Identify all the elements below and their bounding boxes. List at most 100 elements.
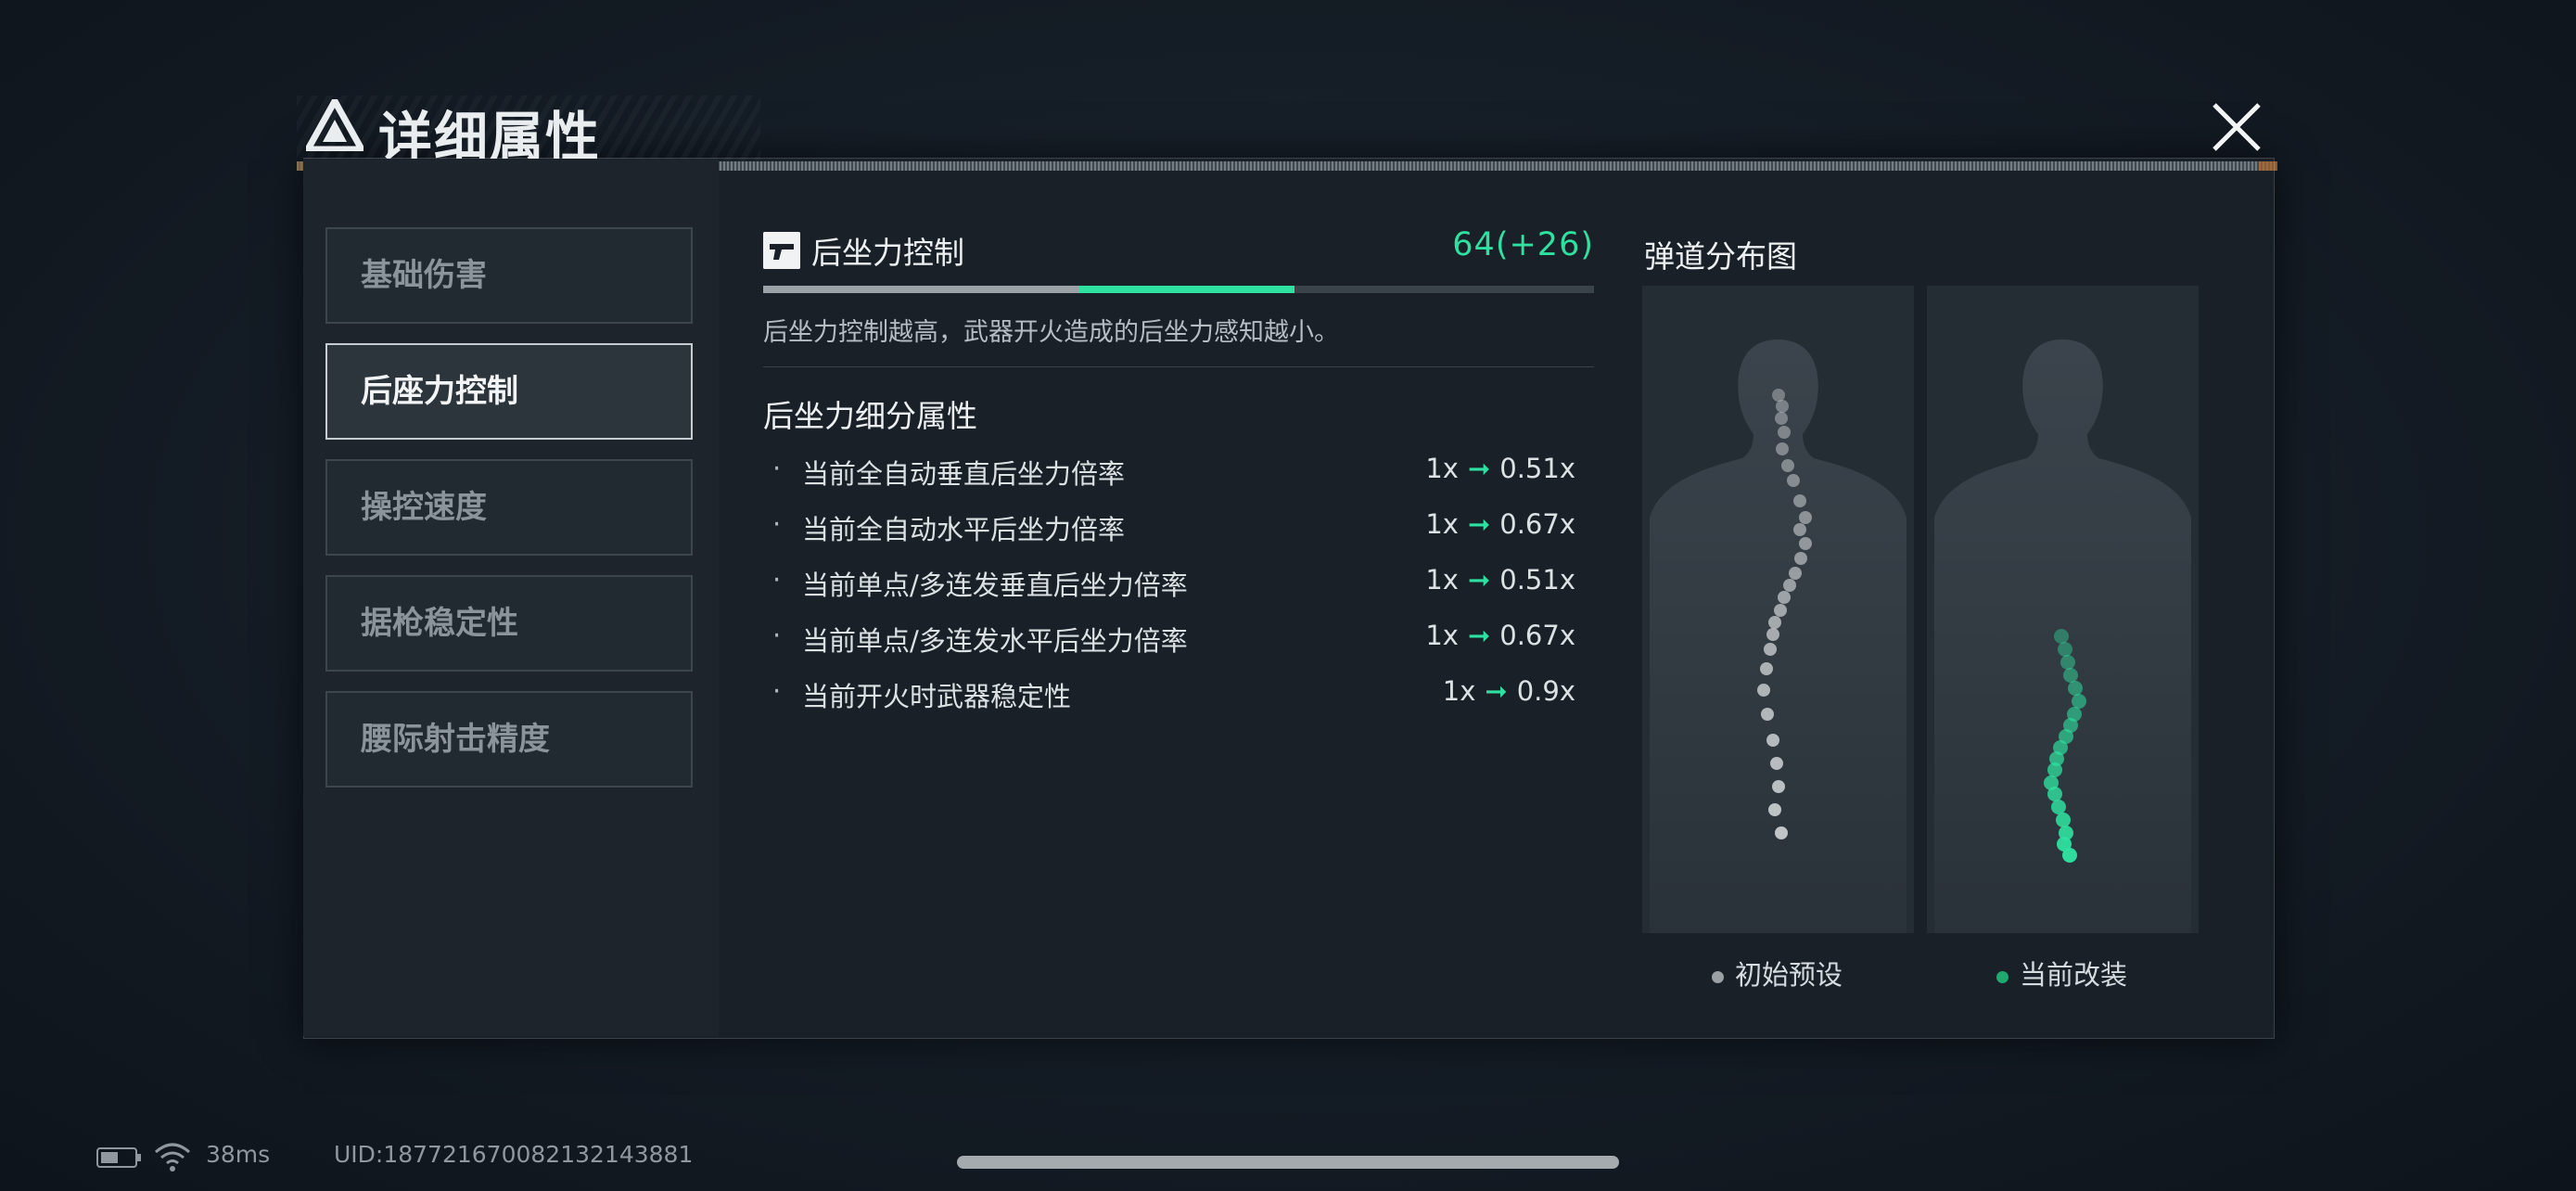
pistol-icon xyxy=(763,232,800,269)
impact-dot xyxy=(1772,780,1785,793)
impact-dot xyxy=(1757,684,1770,697)
legend-current: 当前改装 xyxy=(1996,954,2127,992)
arrow-right-icon: ➞ xyxy=(1485,675,1508,707)
impact-dot xyxy=(1781,459,1794,472)
impact-dot xyxy=(2060,655,2075,670)
impact-dot xyxy=(1768,616,1781,629)
impact-dot xyxy=(1778,591,1791,604)
attribute-values: 1x ➞ 0.51x xyxy=(1425,453,1575,484)
stat-title: 后坐力控制 xyxy=(811,235,964,271)
target-silhouette-icon xyxy=(1934,339,2191,933)
impact-dot xyxy=(1789,567,1802,580)
attribute-row: · 当前单点/多连发水平后坐力倍率 1x ➞ 0.67x xyxy=(763,620,1594,660)
impact-dot xyxy=(2062,848,2077,863)
sub-attributes-title: 后坐力细分属性 xyxy=(763,398,977,434)
modal-title-bar: 详细属性 xyxy=(297,88,2277,171)
attribute-values: 1x ➞ 0.67x xyxy=(1425,620,1575,651)
divider xyxy=(763,366,1594,367)
impact-dot xyxy=(1764,643,1777,656)
attribute-values: 1x ➞ 0.9x xyxy=(1443,675,1575,707)
attribute-row: · 当前单点/多连发垂直后坐力倍率 1x ➞ 0.51x xyxy=(763,564,1594,605)
attribute-from: 1x xyxy=(1425,564,1459,596)
impact-dot xyxy=(1793,523,1806,536)
attribute-values: 1x ➞ 0.51x xyxy=(1425,564,1575,596)
impact-dot xyxy=(1770,757,1783,770)
attribute-to: 0.51x xyxy=(1499,564,1575,596)
ballistics-panel-current xyxy=(1927,286,2199,933)
impact-dot xyxy=(2047,787,2062,801)
stat-progress-bar xyxy=(763,286,1594,293)
arrow-right-icon: ➞ xyxy=(1467,508,1491,540)
impact-dot xyxy=(1775,412,1788,425)
sidebar-item-recoil-control[interactable]: 后座力控制 xyxy=(325,343,693,440)
impact-dot xyxy=(1768,803,1781,816)
impact-dot xyxy=(2058,642,2072,657)
sidebar-item-base-damage[interactable]: 基础伤害 xyxy=(325,227,693,324)
stat-description: 后坐力控制越高，武器开火造成的后坐力感知越小。 xyxy=(763,318,1339,347)
impact-dot xyxy=(1760,662,1773,675)
stat-progress-base xyxy=(763,286,1079,293)
impact-dot xyxy=(1793,494,1806,507)
legend-default: 初始预设 xyxy=(1712,954,1843,992)
attribute-label: 当前全自动水平后坐力倍率 xyxy=(802,514,1126,545)
bullet: · xyxy=(772,564,782,596)
home-indicator[interactable] xyxy=(957,1156,1619,1169)
attribute-values: 1x ➞ 0.67x xyxy=(1425,508,1575,540)
uid-text: UID:18772167008213214388​1 xyxy=(334,1141,694,1168)
attribute-from: 1x xyxy=(1425,620,1459,651)
impact-dot xyxy=(1776,400,1789,413)
sidebar-item-aim-stability[interactable]: 据枪稳定性 xyxy=(325,575,693,672)
impact-dot xyxy=(1766,628,1779,641)
stat-value: 64(+26) xyxy=(1452,226,1594,263)
impact-dot xyxy=(2051,800,2066,814)
impact-dot xyxy=(1799,511,1812,524)
target-silhouette-icon xyxy=(1650,339,1906,933)
ping-text: 38ms xyxy=(206,1141,271,1168)
close-icon[interactable] xyxy=(2207,97,2266,157)
attribute-label: 当前全自动垂直后坐力倍率 xyxy=(802,458,1126,490)
impact-dot xyxy=(1794,552,1807,565)
legend-label-current: 当前改装 xyxy=(2020,959,2128,991)
sidebar-item-label: 腰际射击精度 xyxy=(361,721,550,758)
sidebar-item-handling-speed[interactable]: 操控速度 xyxy=(325,459,693,556)
impact-dot xyxy=(2056,813,2071,827)
bullet: · xyxy=(772,453,782,484)
impact-dot xyxy=(2047,762,2062,777)
impact-dot xyxy=(1776,442,1789,455)
impact-dot xyxy=(2054,629,2069,644)
arrow-right-icon: ➞ xyxy=(1467,564,1491,596)
sidebar-item-label: 后座力控制 xyxy=(361,373,518,410)
impact-dot xyxy=(1766,734,1779,747)
ballistics-panel-default xyxy=(1642,286,1914,933)
legend-label-default: 初始预设 xyxy=(1735,959,1843,991)
wifi-icon xyxy=(155,1143,190,1172)
bullet: · xyxy=(772,675,782,707)
impact-dot xyxy=(1774,604,1787,617)
impact-dot xyxy=(1799,537,1812,550)
impact-dot xyxy=(1783,579,1796,592)
impact-dot xyxy=(1772,389,1785,402)
attribute-from: 1x xyxy=(1425,508,1459,540)
attribute-from: 1x xyxy=(1425,453,1459,484)
impact-dot xyxy=(1778,426,1791,439)
impact-dot xyxy=(1775,826,1788,839)
impact-dot xyxy=(2068,681,2083,696)
stat-progress-gain xyxy=(1078,286,1295,293)
attribute-to: 0.9x xyxy=(1516,675,1575,707)
legend-dot-default xyxy=(1712,970,1724,983)
legend-dot-current xyxy=(1996,970,2009,983)
impact-dot xyxy=(2072,694,2086,709)
sidebar-item-label: 基础伤害 xyxy=(361,257,487,294)
ballistics-title: 弹道分布图 xyxy=(1644,238,1797,275)
sidebar-item-label: 操控速度 xyxy=(361,489,487,526)
impact-dot xyxy=(1787,474,1800,487)
attribute-label: 当前单点/多连发垂直后坐力倍率 xyxy=(802,570,1188,601)
attribute-sidebar: 基础伤害 后座力控制 操控速度 据枪稳定性 腰际射击精度 xyxy=(303,159,719,1036)
sidebar-item-hipfire-accuracy[interactable]: 腰际射击精度 xyxy=(325,691,693,788)
attribute-row: · 当前开火时武器稳定性 1x ➞ 0.9x xyxy=(763,675,1594,716)
arrow-right-icon: ➞ xyxy=(1467,453,1491,484)
attribute-label: 当前开火时武器稳定性 xyxy=(802,681,1072,712)
game-logo-icon xyxy=(306,99,363,151)
attribute-to: 0.67x xyxy=(1499,620,1575,651)
arrow-right-icon: ➞ xyxy=(1467,620,1491,651)
